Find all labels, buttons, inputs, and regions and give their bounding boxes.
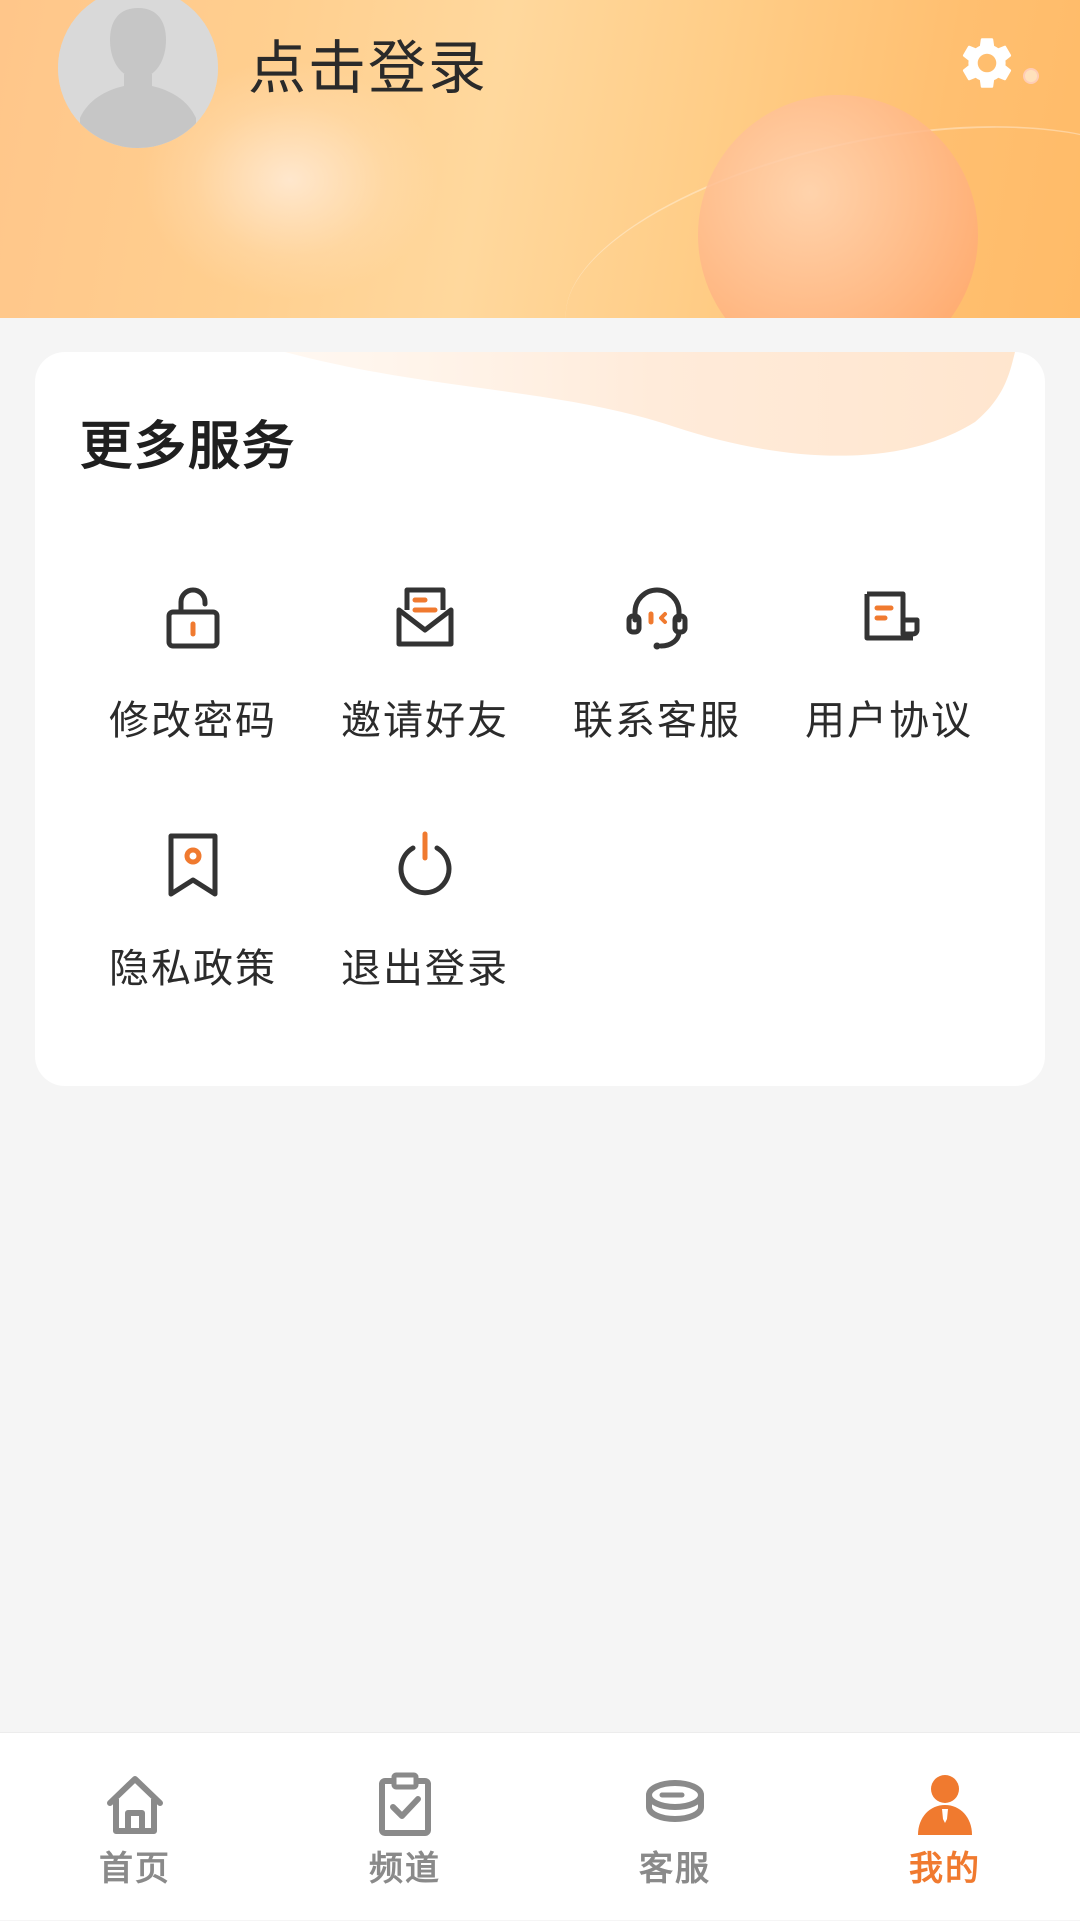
unlock-icon	[166, 587, 220, 649]
login-prompt[interactable]: 点击登录	[248, 30, 488, 106]
privacy-policy-item[interactable]: 隐私政策	[83, 828, 303, 1028]
service-label: 退出登录	[341, 946, 509, 992]
tab-home[interactable]: 首页	[0, 1733, 270, 1921]
tab-channel[interactable]: 频道	[270, 1733, 540, 1921]
service-label: 修改密码	[109, 698, 277, 744]
power-icon	[398, 831, 452, 896]
tab-label: 首页	[99, 1849, 171, 1889]
stack-icon	[646, 1780, 704, 1823]
headset-icon	[626, 587, 688, 650]
logout-item[interactable]: 退出登录	[315, 828, 535, 1028]
tab-support[interactable]: 客服	[540, 1733, 810, 1921]
more-services-card: 更多服务 修改密码 邀请好友 联系客服 用户协议 隐私政策 退出登录	[35, 352, 1045, 1086]
tab-label: 我的	[909, 1849, 981, 1889]
person-icon	[918, 1775, 972, 1835]
home-icon	[107, 1776, 163, 1834]
invite-friends-item[interactable]: 邀请好友	[315, 580, 535, 780]
bookmark-icon	[168, 833, 218, 897]
user-agreement-item[interactable]: 用户协议	[779, 580, 999, 780]
envelope-icon	[396, 587, 454, 647]
bottom-tab-bar: 首页 频道 客服 我的	[0, 1732, 1080, 1920]
tab-label: 频道	[369, 1849, 441, 1889]
service-label: 隐私政策	[109, 946, 277, 992]
services-title: 更多服务	[80, 417, 297, 477]
clipboard-check-icon	[379, 1772, 431, 1836]
service-label: 联系客服	[573, 698, 741, 744]
profile-header: 点击登录	[0, 0, 1080, 318]
gear-icon[interactable]	[956, 32, 1018, 94]
header-dot-decoration	[1023, 68, 1039, 84]
service-label: 用户协议	[805, 698, 973, 744]
tab-mine[interactable]: 我的	[810, 1733, 1080, 1921]
contact-support-item[interactable]: 联系客服	[547, 580, 767, 780]
document-icon	[864, 591, 920, 641]
change-password-item[interactable]: 修改密码	[83, 580, 303, 780]
tab-label: 客服	[639, 1849, 711, 1889]
service-label: 邀请好友	[341, 698, 509, 744]
